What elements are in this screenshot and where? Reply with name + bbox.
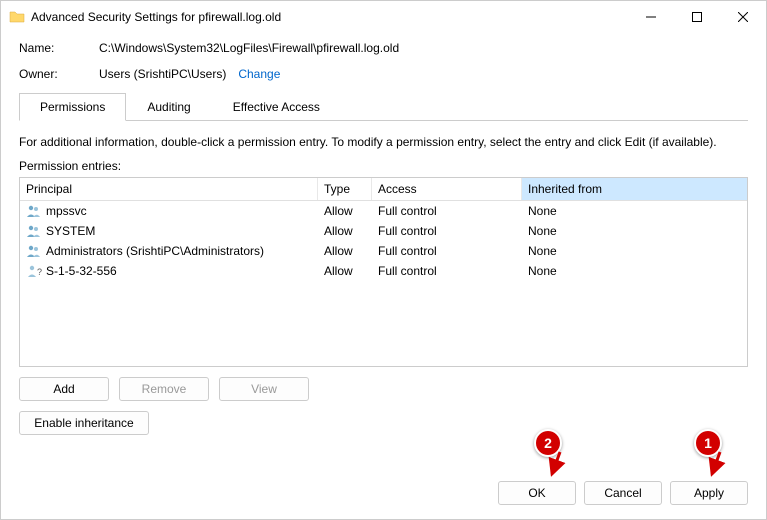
group-icon — [26, 203, 42, 219]
view-button[interactable]: View — [219, 377, 309, 401]
col-principal[interactable]: Principal — [20, 178, 318, 200]
window-controls — [628, 1, 766, 33]
table-header: Principal Type Access Inherited from — [20, 178, 747, 201]
table-row[interactable]: mpssvc AllowFull controlNone — [20, 201, 747, 221]
entry-type: Allow — [318, 264, 372, 278]
table-row[interactable]: Administrators (SrishtiPC\Administrators… — [20, 241, 747, 261]
owner-label: Owner: — [19, 67, 99, 81]
entry-type: Allow — [318, 224, 372, 238]
owner-value: Users (SrishtiPC\Users) — [99, 67, 226, 81]
owner-row: Owner: Users (SrishtiPC\Users) Change — [19, 67, 748, 81]
titlebar: Advanced Security Settings for pfirewall… — [1, 1, 766, 33]
group-icon — [26, 243, 42, 259]
maximize-button[interactable] — [674, 1, 720, 33]
name-row: Name: C:\Windows\System32\LogFiles\Firew… — [19, 41, 748, 55]
callout-arrow-1 — [706, 452, 726, 487]
name-value: C:\Windows\System32\LogFiles\Firewall\pf… — [99, 41, 399, 55]
table-row[interactable]: ? S-1-5-32-556 AllowFull controlNone — [20, 261, 747, 281]
entry-access: Full control — [372, 244, 522, 258]
entry-actions: Add Remove View — [19, 377, 748, 401]
principal-name: S-1-5-32-556 — [46, 264, 117, 278]
entries-label: Permission entries: — [19, 159, 748, 173]
entry-type: Allow — [318, 244, 372, 258]
minimize-button[interactable] — [628, 1, 674, 33]
tab-auditing[interactable]: Auditing — [126, 93, 211, 120]
entry-inherited: None — [522, 244, 747, 258]
entry-access: Full control — [372, 224, 522, 238]
enable-inheritance-button[interactable]: Enable inheritance — [19, 411, 149, 435]
svg-text:?: ? — [37, 267, 42, 277]
folder-icon — [9, 9, 25, 25]
col-inherited[interactable]: Inherited from — [522, 178, 747, 200]
content-area: Name: C:\Windows\System32\LogFiles\Firew… — [1, 33, 766, 435]
helper-text: For additional information, double-click… — [19, 135, 748, 149]
unknown-user-icon: ? — [26, 263, 42, 279]
col-type[interactable]: Type — [318, 178, 372, 200]
entry-inherited: None — [522, 204, 747, 218]
remove-button[interactable]: Remove — [119, 377, 209, 401]
tab-effective-access[interactable]: Effective Access — [212, 93, 341, 120]
change-owner-link[interactable]: Change — [238, 67, 280, 81]
tab-permissions[interactable]: Permissions — [19, 93, 126, 121]
callout-arrow-2 — [546, 452, 566, 487]
close-button[interactable] — [720, 1, 766, 33]
principal-name: Administrators (SrishtiPC\Administrators… — [46, 244, 264, 258]
entry-access: Full control — [372, 264, 522, 278]
col-access[interactable]: Access — [372, 178, 522, 200]
name-label: Name: — [19, 41, 99, 55]
entry-access: Full control — [372, 204, 522, 218]
window-title: Advanced Security Settings for pfirewall… — [31, 10, 628, 24]
tab-strip: Permissions Auditing Effective Access — [19, 93, 748, 121]
principal-name: mpssvc — [46, 204, 87, 218]
permission-entries-table[interactable]: Principal Type Access Inherited from mps… — [19, 177, 748, 367]
cancel-button[interactable]: Cancel — [584, 481, 662, 505]
entry-inherited: None — [522, 264, 747, 278]
entry-inherited: None — [522, 224, 747, 238]
inheritance-row: Enable inheritance — [19, 411, 748, 435]
add-button[interactable]: Add — [19, 377, 109, 401]
group-icon — [26, 223, 42, 239]
table-row[interactable]: SYSTEM AllowFull controlNone — [20, 221, 747, 241]
principal-name: SYSTEM — [46, 224, 95, 238]
entry-type: Allow — [318, 204, 372, 218]
